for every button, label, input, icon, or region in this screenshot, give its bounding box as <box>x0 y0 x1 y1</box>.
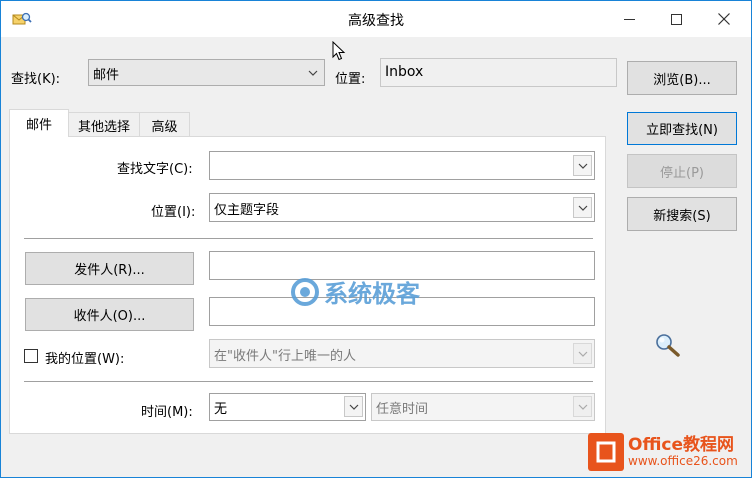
in-value: 仅主题字段 <box>214 203 280 218</box>
time-range-select[interactable]: 任意时间 <box>371 393 595 421</box>
find-now-button[interactable]: 立即查找(N) <box>627 112 737 145</box>
look-for-label: 查找(K): <box>11 72 61 87</box>
brand-url: www.office26.com <box>628 453 738 468</box>
office-logo-icon <box>588 433 624 471</box>
brand-watermark: Office教程网 www.office26.com <box>588 430 748 474</box>
advanced-find-dialog: 高级查找 查找(K): 邮件 位置: Inbox 浏览(B)... 立即查找(N… <box>0 0 752 478</box>
stop-button[interactable]: 停止(P) <box>627 154 737 188</box>
time-select[interactable]: 无 <box>209 393 366 421</box>
watermark-center: 系统极客 <box>290 274 420 309</box>
location-field: Inbox <box>380 58 617 87</box>
new-search-button[interactable]: 新搜索(S) <box>627 197 737 231</box>
minimize-icon <box>623 18 635 20</box>
tab-advanced[interactable]: 高级 <box>139 112 190 137</box>
from-button[interactable]: 发件人(R)... <box>25 252 194 285</box>
tab-more-choices[interactable]: 其他选择 <box>68 112 140 137</box>
mouse-pointer-icon <box>332 41 346 61</box>
in-select[interactable]: 仅主题字段 <box>209 193 595 222</box>
sent-to-button[interactable]: 收件人(O)... <box>25 298 194 331</box>
watermark-text: 系统极客 <box>324 280 420 308</box>
where-label: 我的位置(W): <box>45 352 125 367</box>
look-for-select[interactable]: 邮件 <box>88 59 325 86</box>
chevron-down-icon <box>573 343 592 364</box>
close-icon <box>718 13 730 25</box>
chevron-down-icon <box>573 197 592 218</box>
chevron-down-icon <box>344 396 363 417</box>
chevron-down-icon <box>573 396 592 417</box>
chevron-down-icon[interactable] <box>573 155 592 176</box>
maximize-button[interactable] <box>653 1 699 37</box>
location-value: Inbox <box>385 64 424 80</box>
maximize-icon <box>670 13 682 25</box>
time-range-value: 任意时间 <box>376 402 429 417</box>
search-text-label: 查找文字(C): <box>117 162 193 177</box>
title-bar: 高级查找 <box>1 1 751 37</box>
divider <box>24 238 593 239</box>
time-label: 时间(M): <box>141 405 193 420</box>
location-label: 位置: <box>335 72 366 87</box>
minimize-button[interactable] <box>606 1 652 37</box>
where-select[interactable]: 在"收件人"行上唯一的人 <box>209 339 595 368</box>
where-checkbox[interactable] <box>24 349 38 363</box>
watermark-logo-icon <box>291 277 319 306</box>
browse-button[interactable]: 浏览(B)... <box>627 61 737 95</box>
chevron-down-icon <box>303 62 322 83</box>
search-text-input[interactable] <box>209 151 595 180</box>
search-animation-icon <box>656 334 680 357</box>
brand-name: Office教程网 <box>628 435 735 456</box>
mail-tab-panel: 查找文字(C): 位置(I): 仅主题字段 发件人(R)... 收件人(O)..… <box>9 136 606 434</box>
where-value: 在"收件人"行上唯一的人 <box>214 349 356 364</box>
in-label: 位置(I): <box>151 205 196 220</box>
look-for-value: 邮件 <box>93 68 120 83</box>
time-value: 无 <box>214 402 228 417</box>
divider <box>24 381 593 382</box>
close-button[interactable] <box>701 1 747 37</box>
tab-mail[interactable]: 邮件 <box>9 109 69 137</box>
